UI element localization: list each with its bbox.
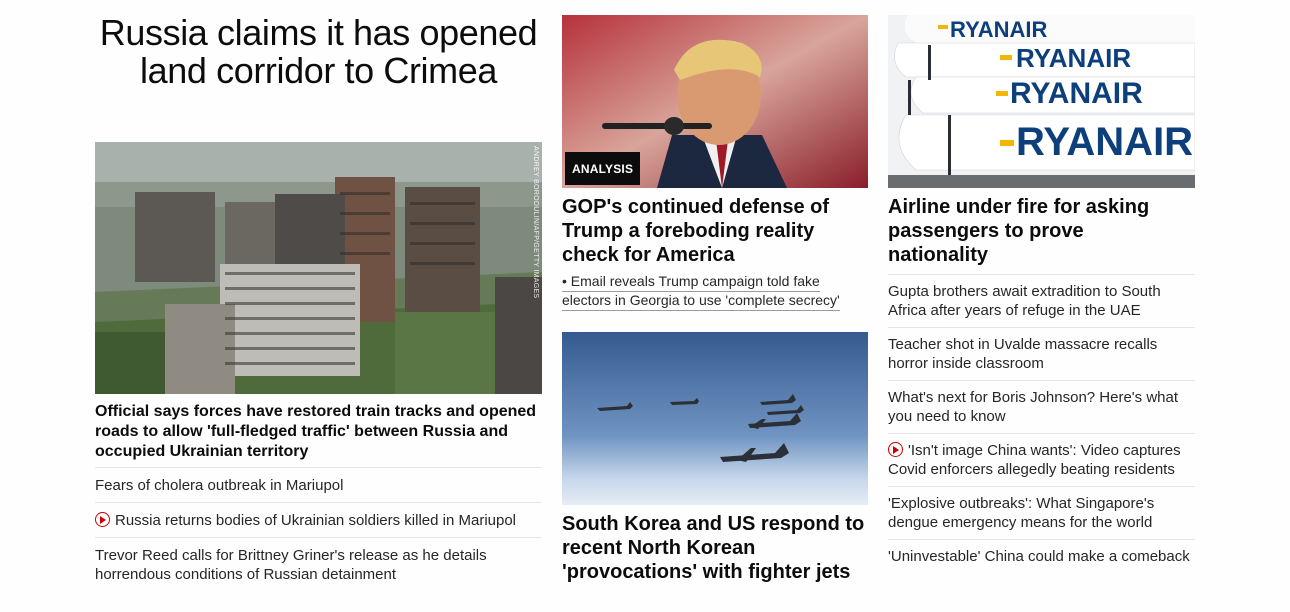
list-item-text: 'Explosive outbreaks': What Singapore's …	[888, 495, 1155, 531]
play-video-icon	[95, 512, 110, 527]
related-list: Fears of cholera outbreak in Mariupol Ru…	[95, 467, 542, 591]
trump-headline[interactable]: GOP's continued defense of Trump a foreb…	[562, 195, 862, 267]
list-item[interactable]: 'Isn't image China wants': Video capture…	[888, 433, 1195, 486]
list-item-text: What's next for Boris Johnson? Here's wh…	[888, 389, 1179, 425]
list-item-text: Teacher shot in Uvalde massacre recalls …	[888, 336, 1158, 372]
list-item-text: 'Isn't image China wants': Video capture…	[888, 442, 1181, 478]
plane-lettering: RYANAIR	[1016, 43, 1131, 73]
list-item[interactable]: 'Explosive outbreaks': What Singapore's …	[888, 486, 1195, 539]
main-lead-headline[interactable]: Official says forces have restored train…	[95, 402, 542, 462]
list-item[interactable]: Gupta brothers await extradition to Sout…	[888, 274, 1195, 327]
trump-related-link[interactable]: • Email reveals Trump campaign told fake…	[562, 272, 868, 311]
mariupol-photo[interactable]: ANDREY BORODULIN/AFP/GETTY IMAGES	[95, 142, 542, 394]
related-link-text: • Email reveals Trump campaign told fake…	[562, 273, 840, 311]
photo-credit: ANDREY BORODULIN/AFP/GETTY IMAGES	[532, 146, 539, 299]
list-item[interactable]: Trevor Reed calls for Brittney Griner's …	[95, 537, 542, 591]
list-item[interactable]: What's next for Boris Johnson? Here's wh…	[888, 380, 1195, 433]
list-item-text: Gupta brothers await extradition to Sout…	[888, 283, 1161, 319]
trump-photo[interactable]: ANALYSIS	[562, 15, 868, 188]
plane-lettering: RYANAIR	[1010, 77, 1143, 110]
headlines-list: Gupta brothers await extradition to Sout…	[888, 274, 1195, 573]
list-item-text: 'Uninvestable' China could make a comeba…	[888, 548, 1190, 565]
airline-headline[interactable]: Airline under fire for asking passengers…	[888, 195, 1188, 267]
list-item-text: Russia returns bodies of Ukrainian soldi…	[115, 512, 517, 529]
plane-lettering: RYANAIR	[950, 17, 1048, 42]
analysis-badge: ANALYSIS	[565, 152, 641, 185]
list-item-text: Fears of cholera outbreak in Mariupol	[95, 477, 344, 494]
plane-lettering: RYANAIR	[1016, 120, 1193, 164]
korea-headline[interactable]: South Korea and US respond to recent Nor…	[562, 512, 868, 584]
list-item[interactable]: 'Uninvestable' China could make a comeba…	[888, 539, 1195, 573]
play-video-icon	[888, 442, 903, 457]
list-item[interactable]: Teacher shot in Uvalde massacre recalls …	[888, 327, 1195, 380]
ryanair-photo[interactable]: RYANAIR RYANAIR RYANAIR RYANAIR	[888, 15, 1195, 188]
main-headline[interactable]: Russia claims it has opened land corrido…	[95, 14, 542, 90]
list-item-text: Trevor Reed calls for Brittney Griner's …	[95, 547, 487, 583]
list-item[interactable]: Fears of cholera outbreak in Mariupol	[95, 467, 542, 502]
fighter-jets-photo[interactable]	[562, 332, 868, 505]
list-item[interactable]: Russia returns bodies of Ukrainian soldi…	[95, 502, 542, 537]
